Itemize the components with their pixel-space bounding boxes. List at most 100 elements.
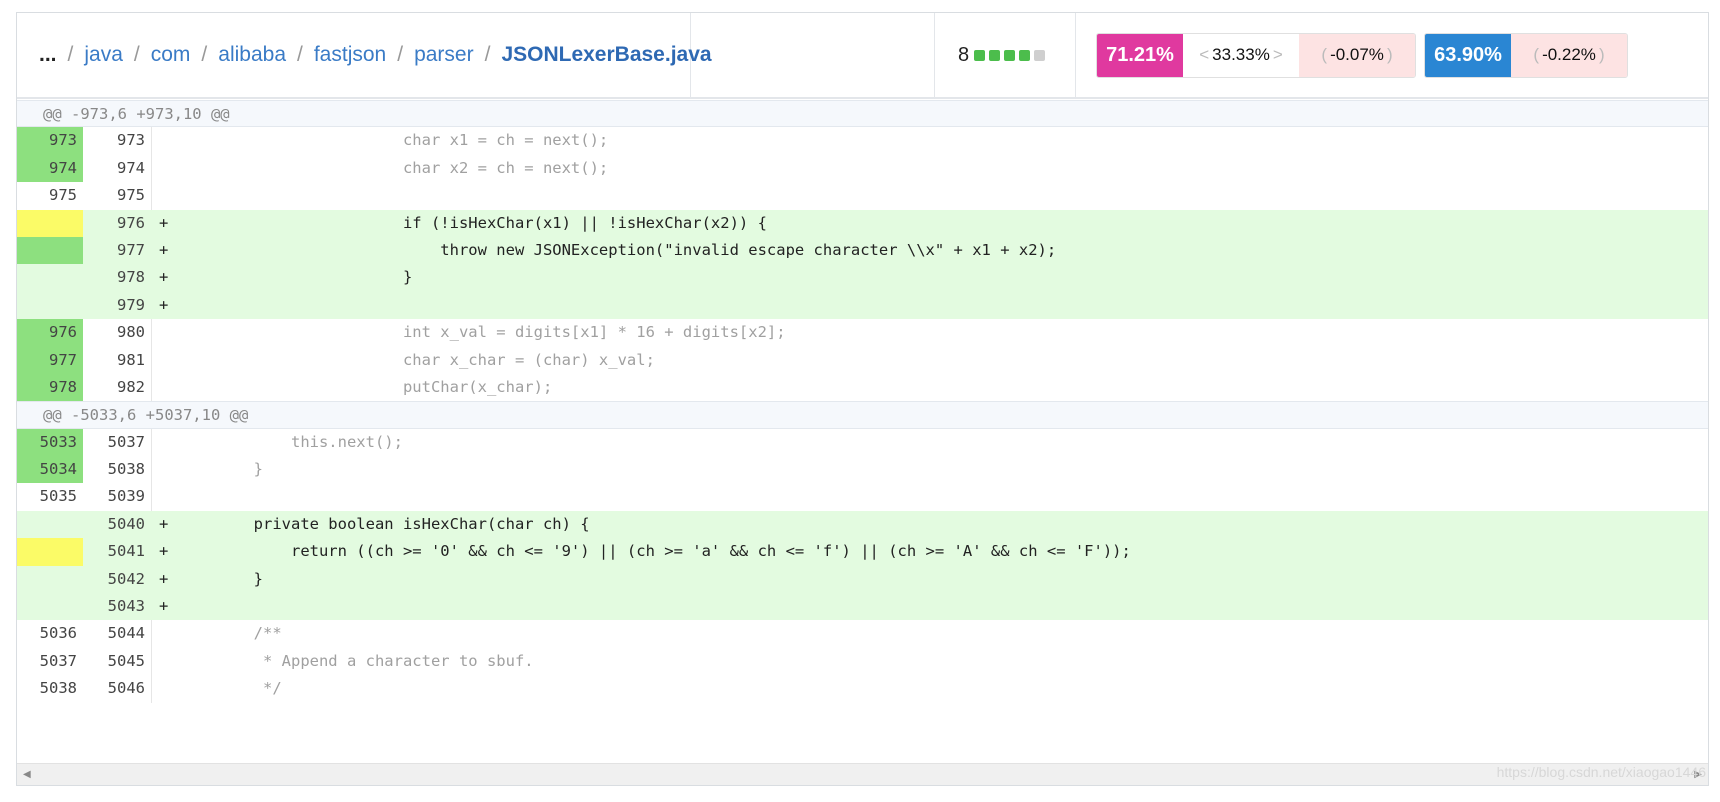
new-line-number: 981 <box>83 346 152 374</box>
coverage-main: 63.90% <box>1425 33 1511 77</box>
code-text: * Append a character to sbuf. <box>179 651 534 670</box>
old-line-number: 5038 <box>39 679 77 698</box>
new-line-number: 5038 <box>83 456 152 484</box>
code-text: } <box>179 569 263 588</box>
code-text: } <box>179 268 413 287</box>
new-line-number: 5039 <box>83 483 152 511</box>
breadcrumb-ellipsis[interactable]: ... <box>39 43 57 67</box>
diff-line: 978 + } <box>17 264 1708 292</box>
scroll-left-icon[interactable]: ◀ <box>23 769 31 780</box>
code-text: int x_val = digits[x1] * 16 + digits[x2]… <box>179 323 786 342</box>
horizontal-scrollbar[interactable]: ◀ ▶ <box>17 763 1708 785</box>
coverage-pill-group: 63.90%(-0.22%) <box>1424 32 1628 78</box>
diff-line: 973 973 char x1 = ch = next(); <box>17 127 1708 155</box>
new-line-number: 977 <box>83 236 152 265</box>
file-header: ... / java / com / alibaba / fastjson / parser / JSO… <box>17 13 1708 99</box>
diff-marker: + <box>159 514 169 533</box>
old-line-number: 5034 <box>17 456 83 484</box>
breadcrumb-separator: / <box>67 43 74 66</box>
new-line-number: 5041 <box>83 538 152 566</box>
diff-line: 974 974 char x2 = ch = next(); <box>17 154 1708 183</box>
diff-line: 5043 + <box>17 593 1708 621</box>
code-text: char x1 = ch = next(); <box>179 131 609 150</box>
delta-value: 33.33% <box>1212 45 1270 64</box>
diff-line: 979 + <box>17 291 1708 320</box>
new-line-number: 975 <box>83 182 152 210</box>
diff-code: @@ -973,6 +973,10 @@ 973 973 char x1 = ch … <box>17 100 1708 703</box>
breadcrumb-link[interactable]: fastjson <box>314 43 386 67</box>
breadcrumb-file[interactable]: JSONLexerBase.java <box>501 43 711 67</box>
coverage-metrics: 71.21% <33.33% >(-0.07%) 63.90%(-0.22%) <box>1076 13 1708 97</box>
complexity-grade: 8 <box>935 13 1076 97</box>
coverage-delta: <33.33% > <box>1183 33 1299 77</box>
diff-line: 977 981 char x_char = (char) x_val; <box>17 346 1708 374</box>
old-line-number: 5036 <box>39 624 77 643</box>
header-spacer <box>691 13 935 97</box>
breadcrumb-separator: / <box>297 43 303 66</box>
new-line-number: 980 <box>83 319 152 347</box>
new-line-number: 5037 <box>83 428 152 457</box>
old-line-number <box>17 511 83 538</box>
diff-line: 5035 5039 <box>17 483 1708 511</box>
new-line-number: 5044 <box>83 620 152 648</box>
delta-bracket-open: ( <box>1533 45 1540 64</box>
old-line-number <box>17 236 83 265</box>
code-text: return ((ch >= '0' && ch <= '9') || (ch … <box>179 542 1131 561</box>
code-text: char x_char = (char) x_val; <box>179 350 655 369</box>
watermark: https://blog.csdn.net/xiaogao1446 <box>1496 764 1706 780</box>
old-line-number <box>17 292 83 319</box>
new-line-number: 5043 <box>83 593 152 621</box>
breadcrumb-link[interactable]: java <box>84 43 123 67</box>
diff-marker: + <box>159 597 169 616</box>
grade-square <box>1019 49 1031 61</box>
diff-line: 976 + if (!isHexChar(x1) || !isHexChar(x2… <box>17 209 1708 237</box>
code-text: private boolean isHexChar(char ch) { <box>179 514 590 533</box>
breadcrumb-separator: / <box>133 43 140 66</box>
code-text: } <box>179 460 263 479</box>
old-line-number <box>17 264 83 291</box>
new-line-number: 5042 <box>83 565 152 594</box>
delta-bracket-open: ( <box>1321 45 1328 64</box>
coverage-main: 71.21% <box>1097 33 1183 77</box>
diff-line: 978 982 putChar(x_char); <box>17 373 1708 402</box>
delta-bracket-open: < <box>1199 45 1210 64</box>
old-line-number <box>17 593 83 620</box>
code-text: throw new JSONException("invalid escape … <box>179 240 1057 259</box>
diff-line: 5037 5045 * Append a character to sbuf. <box>17 647 1708 676</box>
coverage-delta: (-0.07%) <box>1299 33 1415 77</box>
new-line-number: 973 <box>83 127 152 155</box>
diff-marker: + <box>159 569 169 588</box>
old-line-number: 975 <box>49 186 77 205</box>
old-line-number <box>17 209 83 237</box>
breadcrumb-separator: / <box>397 43 404 66</box>
diff-line: 5042 + } <box>17 565 1708 594</box>
diff-marker: + <box>159 213 169 232</box>
breadcrumb-separator: / <box>484 43 491 66</box>
old-line-number <box>17 566 83 593</box>
hunk-header: @@ -973,6 +973,10 @@ <box>17 100 1708 128</box>
old-line-number: 978 <box>17 373 83 402</box>
breadcrumb-link[interactable]: com <box>151 43 191 67</box>
diff-line: 5033 5037 this.next(); <box>17 428 1708 457</box>
delta-value: -0.07% <box>1330 45 1384 64</box>
grade-square <box>989 49 1001 61</box>
diff-panel: ... / java / com / alibaba / fastjson / parser / JSO… <box>16 12 1709 786</box>
diff-line: 976 980 int x_val = digits[x1] * 16 + dig… <box>17 319 1708 347</box>
breadcrumb: ... / java / com / alibaba / fastjson / parser / JSO… <box>17 13 712 97</box>
new-line-number: 979 <box>83 291 152 320</box>
diff-marker: + <box>159 295 169 314</box>
new-line-number: 5046 <box>83 675 152 703</box>
diff-line: 977 + throw new JSONException("invalid es… <box>17 236 1708 265</box>
breadcrumb-link[interactable]: parser <box>414 43 474 67</box>
old-line-number: 974 <box>17 154 83 183</box>
old-line-number <box>17 538 83 566</box>
code-text: if (!isHexChar(x1) || !isHexChar(x2)) { <box>179 213 767 232</box>
diff-line: 5036 5044 /** <box>17 620 1708 648</box>
old-line-number: 5037 <box>39 651 77 670</box>
old-line-number: 976 <box>17 319 83 347</box>
breadcrumb-link[interactable]: alibaba <box>218 43 286 67</box>
grade-square <box>1004 49 1016 61</box>
delta-bracket-close: ) <box>1386 45 1393 64</box>
diff-line: 5034 5038 } <box>17 456 1708 484</box>
coverage-delta: (-0.22%) <box>1511 33 1627 77</box>
